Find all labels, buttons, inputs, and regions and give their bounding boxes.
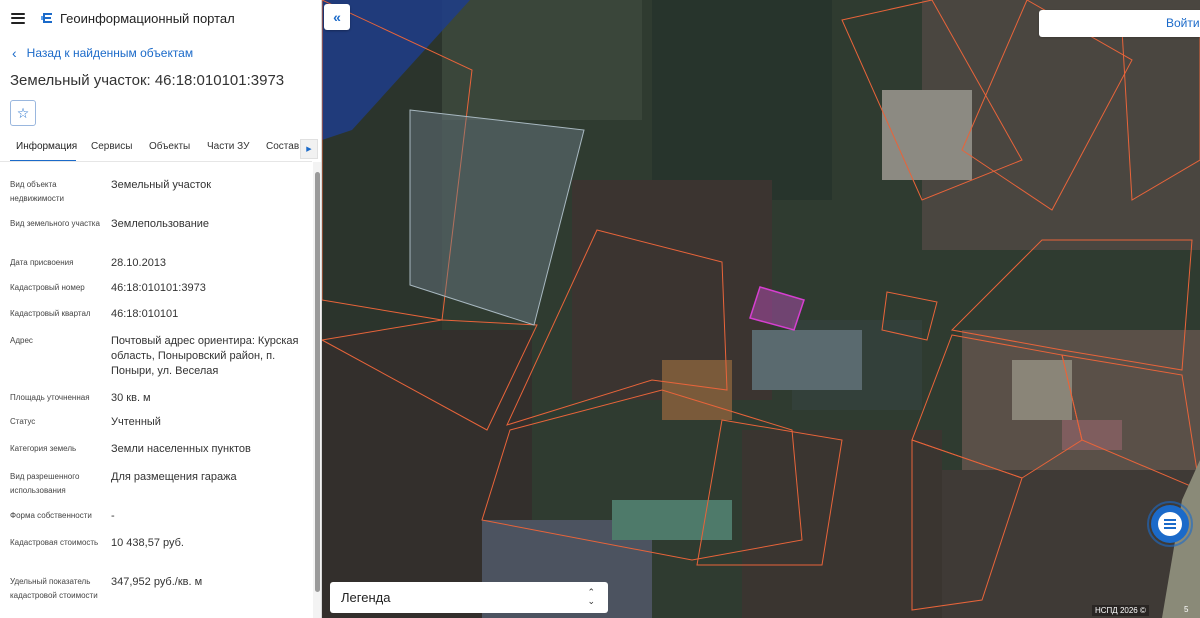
collapse-panel-button[interactable]: « (324, 4, 350, 30)
property-value: Почтовый адрес ориентира: Курская област… (111, 335, 299, 377)
tab-parcel-parts[interactable]: Части ЗУ (207, 141, 249, 152)
map-canvas[interactable] (322, 0, 1200, 618)
property-value: Для размещения гаража (111, 471, 237, 483)
tab-information[interactable]: Информация (16, 141, 77, 152)
property-value: Землепользование (111, 218, 210, 230)
tab-bar: Информация Сервисы Объекты Части ЗУ Сост… (0, 137, 321, 162)
property-value: - (111, 510, 115, 522)
property-value: 347,952 руб./кв. м (111, 576, 203, 588)
back-link[interactable]: ‹ Назад к найденным объектам (12, 46, 193, 60)
tab-services[interactable]: Сервисы (91, 141, 132, 152)
property-label: Статус (10, 417, 36, 426)
satellite-imagery (322, 0, 1200, 618)
property-label: Удельный показатель кадастровой стоимост… (10, 577, 98, 600)
property-label: Кадастровый номер (10, 283, 85, 292)
chevron-up-down-icon: ⌃ ⌄ (587, 587, 595, 606)
star-icon: ☆ (16, 104, 30, 121)
copyright-label: НСПД 2026 © (1092, 605, 1149, 616)
legend-select[interactable]: Легенда ⌃ ⌄ (330, 582, 608, 613)
portal-logo-icon (41, 13, 52, 23)
tab-composition[interactable]: Состав (266, 141, 299, 152)
property-value: Земли населенных пунктов (111, 443, 251, 455)
property-value: 30 кв. м (111, 392, 151, 404)
tabs-scroll-right-button[interactable]: ▶ (300, 139, 318, 159)
status-value: Учтенный (111, 416, 161, 428)
top-bar: Геоинформационный портал (0, 0, 321, 36)
property-label: Вид разрешенного использования (10, 472, 80, 495)
property-value: 46:18:010101:3973 (111, 282, 206, 294)
property-label: Площадь уточненная (10, 393, 90, 402)
property-value: 28.10.2013 (111, 257, 167, 269)
property-label: Адрес (10, 336, 33, 345)
login-bar: Войти (1039, 10, 1200, 37)
property-label: Вид земельного участка (10, 219, 100, 228)
property-value: 46:18:010101 (111, 308, 179, 320)
burger-menu-icon[interactable] (11, 12, 25, 24)
property-label: Дата присвоения (10, 258, 74, 267)
scrollbar-thumb[interactable] (315, 172, 320, 592)
property-label: Категория земель (10, 444, 77, 453)
property-value: 10 438,57 руб. (111, 537, 184, 549)
login-button[interactable]: Войти (1166, 16, 1200, 30)
scale-label: 5 (1184, 605, 1189, 614)
divider (0, 161, 312, 162)
property-label: Форма собственности (10, 511, 92, 520)
property-label: Кадастровый квартал (10, 309, 91, 318)
property-value: Земельный участок (111, 179, 212, 191)
chat-bubble-icon[interactable] (1146, 500, 1194, 548)
property-label: Кадастровая стоимость (10, 538, 99, 547)
favorite-button[interactable]: ☆ (10, 100, 36, 126)
left-panel: Геоинформационный портал ‹ Назад к найде… (0, 0, 322, 618)
back-link-label: Назад к найденным объектам (26, 46, 194, 60)
triangle-right-icon: ▶ (306, 146, 312, 153)
app-title: Геоинформационный портал (60, 10, 235, 26)
chevron-left-icon: ‹ (12, 45, 17, 61)
page-title: Земельный участок: 46:18:010101:3973 (10, 72, 285, 89)
property-label: Вид объекта недвижимости (10, 180, 64, 203)
double-chevron-left-icon: « (333, 9, 341, 25)
tab-objects[interactable]: Объекты (149, 141, 190, 152)
legend-label: Легенда (341, 590, 391, 605)
